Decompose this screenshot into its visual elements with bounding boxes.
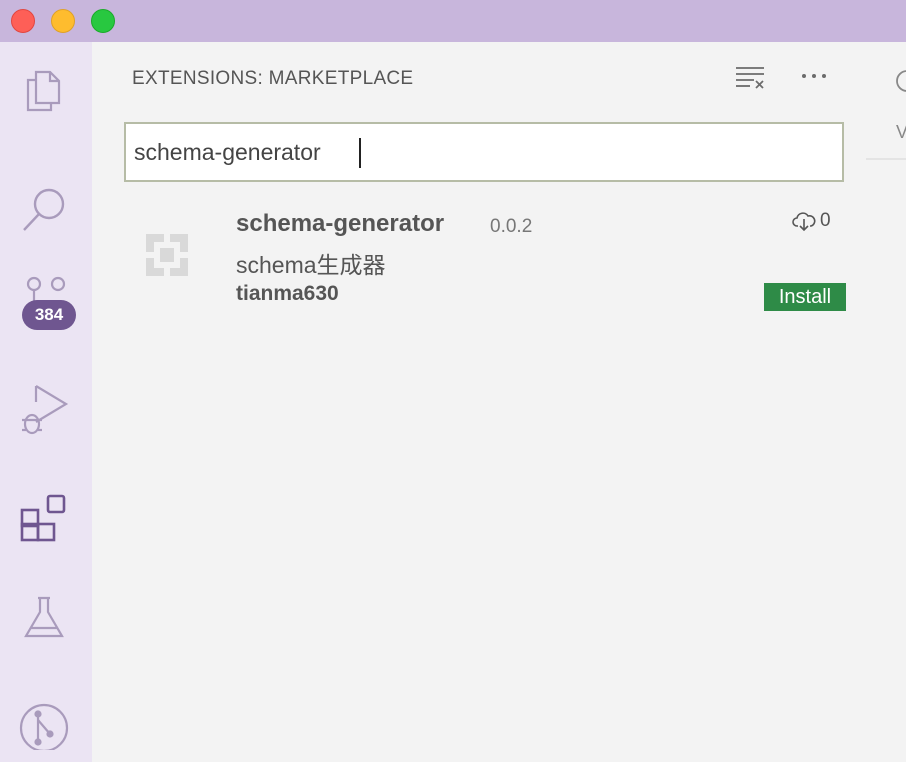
- window-minimize-button[interactable]: [51, 9, 75, 33]
- extension-publisher: tianma630: [236, 282, 339, 305]
- activity-search[interactable]: [0, 160, 92, 240]
- cloud-download-icon: [792, 212, 816, 232]
- activity-bar: 384: [0, 42, 92, 762]
- extensions-sidebar: EXTENSIONS: MARKETPLACE schema-generator…: [92, 42, 866, 762]
- extension-default-icon: [146, 234, 188, 276]
- extension-list-item[interactable]: schema-generator 0.0.2 schema生成器 tianma6…: [92, 202, 866, 322]
- source-control-badge: 384: [22, 300, 76, 330]
- editor-tab-partial-label: V: [896, 122, 906, 142]
- clear-results-button[interactable]: [730, 62, 770, 92]
- extensions-icon: [20, 494, 66, 542]
- clear-results-icon: [736, 67, 764, 89]
- activity-testing[interactable]: [0, 576, 92, 656]
- download-count: 0: [820, 210, 831, 231]
- extension-search-box[interactable]: [124, 122, 844, 182]
- title-bar: [0, 0, 906, 42]
- more-actions-button[interactable]: [796, 62, 836, 92]
- activity-run-debug[interactable]: [0, 364, 92, 444]
- extension-description: schema生成器: [236, 252, 386, 278]
- extension-name: schema-generator: [236, 210, 445, 237]
- editor-divider: [866, 158, 906, 160]
- extension-version: 0.0.2: [490, 216, 533, 237]
- install-button[interactable]: Install: [764, 283, 846, 311]
- activity-git-graph[interactable]: [0, 678, 92, 758]
- extension-search-input[interactable]: [126, 124, 814, 180]
- testing-icon: [24, 596, 64, 638]
- activity-extensions[interactable]: [0, 470, 92, 550]
- files-icon: [26, 70, 61, 112]
- editor-area-edge: V: [866, 42, 906, 762]
- run-debug-icon: [22, 385, 69, 435]
- activity-explorer[interactable]: [0, 50, 92, 130]
- window-maximize-button[interactable]: [91, 9, 115, 33]
- more-actions-icon: [802, 74, 826, 78]
- window-close-button[interactable]: [11, 9, 35, 33]
- sidebar-title: EXTENSIONS: MARKETPLACE: [132, 68, 414, 89]
- search-icon: [23, 188, 65, 231]
- info-icon: [896, 70, 906, 92]
- text-cursor: [359, 138, 361, 168]
- git-graph-icon: [19, 703, 69, 750]
